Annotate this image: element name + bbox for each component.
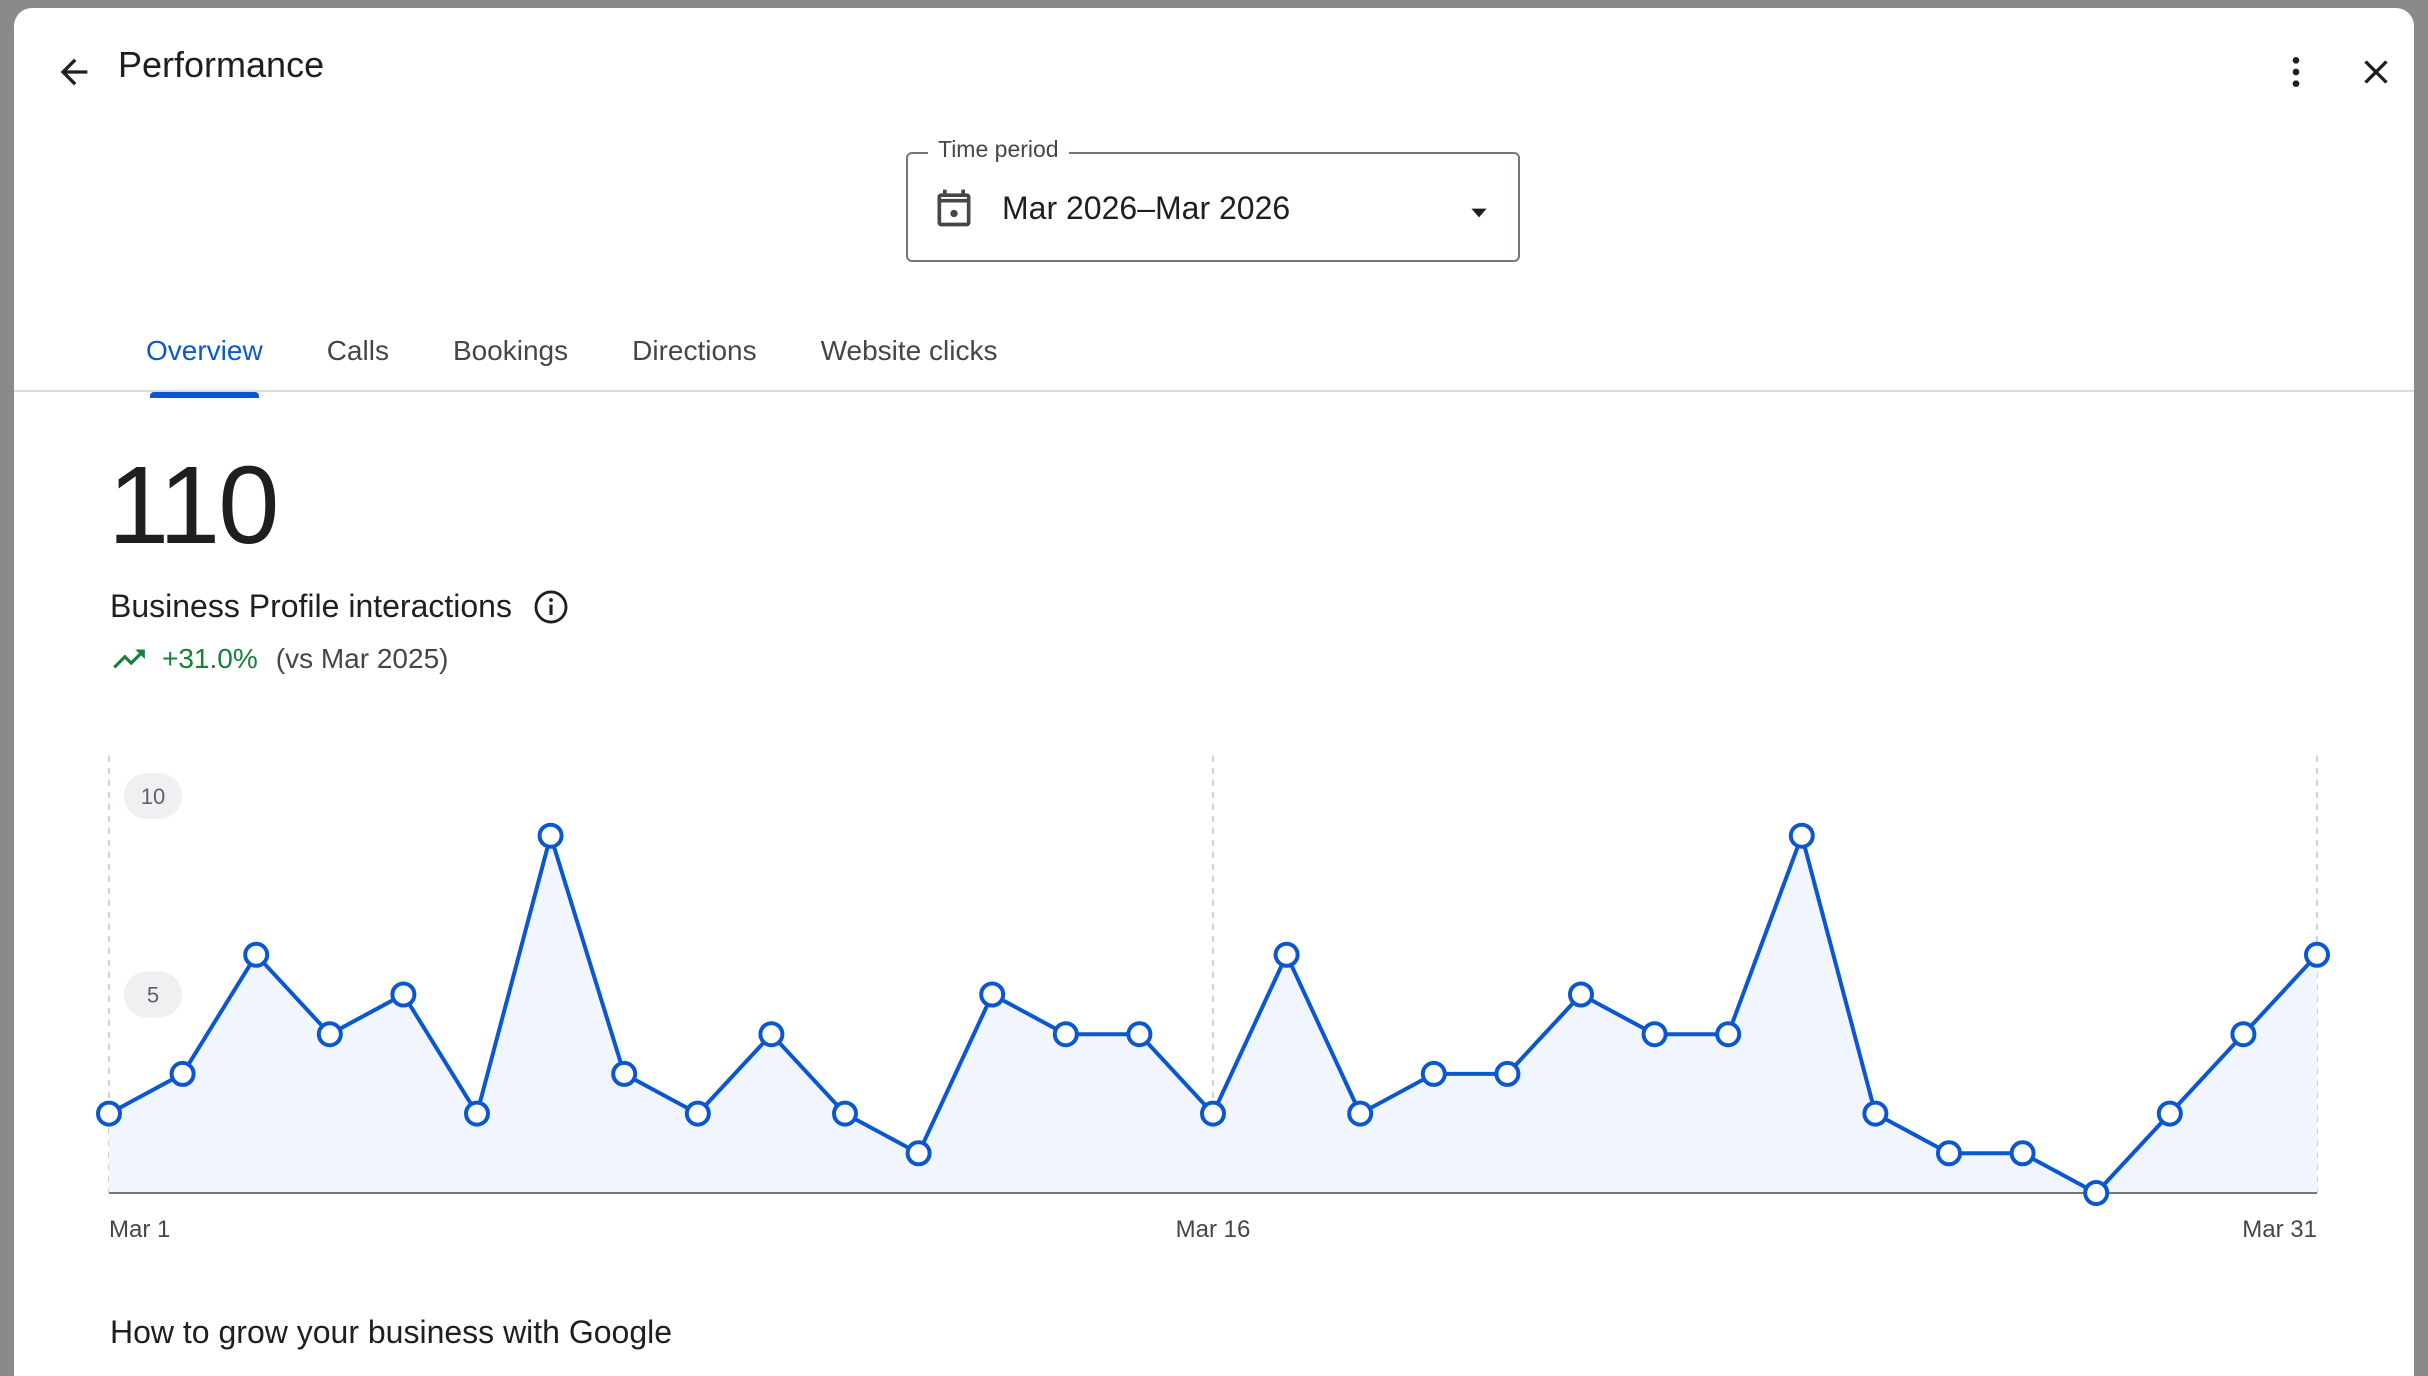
data-point (169, 1060, 196, 1087)
trend-change: +31.0% (162, 643, 258, 674)
y-tick-label: 10 (141, 784, 165, 809)
tab-directions[interactable]: Directions (600, 304, 788, 398)
interactions-total: 110 (108, 444, 279, 567)
data-point (2156, 1100, 2183, 1127)
data-point (1788, 822, 1815, 849)
data-point (537, 822, 564, 849)
y-tick-label: 5 (147, 983, 159, 1008)
tab-website-clicks[interactable]: Website clicks (789, 304, 1030, 398)
data-point (390, 981, 417, 1008)
data-point (243, 941, 270, 968)
data-point (464, 1100, 490, 1127)
data-point (1420, 1060, 1447, 1087)
calendar-icon (937, 189, 971, 227)
tab-divider (14, 390, 2414, 392)
data-point (832, 1100, 858, 1127)
data-point (1641, 1021, 1668, 1048)
trend-row: +31.0% (vs Mar 2025) (110, 640, 448, 678)
x-tick-label: Mar 16 (1176, 1216, 1251, 1243)
back-button[interactable] (38, 36, 110, 108)
performance-dialog: Performance Time period Mar 2026–Mar 202… (14, 8, 2414, 1376)
x-tick-label: Mar 31 (2242, 1216, 2317, 1243)
more-options-button[interactable] (2260, 36, 2332, 108)
data-point (1862, 1100, 1889, 1127)
close-button[interactable] (2340, 36, 2412, 108)
tab-calls[interactable]: Calls (295, 304, 421, 398)
info-icon[interactable] (532, 588, 570, 626)
page-title: Performance (118, 44, 325, 85)
arrow-drop-down-icon (1471, 208, 1487, 218)
data-point (1273, 941, 1300, 968)
data-point (2230, 1021, 2257, 1048)
data-point (1200, 1100, 1226, 1127)
tab-bookings[interactable]: Bookings (421, 304, 600, 398)
more-vert-icon (2292, 57, 2300, 87)
x-tick-label: Mar 1 (109, 1216, 170, 1243)
trend-comparison: (vs Mar 2025) (275, 643, 449, 674)
data-point (905, 1140, 932, 1167)
time-period-value: Mar 2026–Mar 2026 (1002, 190, 1291, 226)
trending-up-icon (113, 649, 145, 669)
data-point (2009, 1140, 2036, 1167)
arrow-back-icon (60, 58, 88, 86)
data-point (1494, 1060, 1521, 1087)
metric-label: Business Profile interactions (110, 588, 512, 624)
time-period-label: Time period (928, 136, 1069, 163)
data-point (316, 1021, 343, 1048)
data-point (684, 1100, 711, 1127)
tab-bar: Overview Calls Bookings Directions Websi… (114, 304, 1029, 398)
data-point (1052, 1021, 1079, 1048)
data-point (1568, 981, 1594, 1008)
interactions-chart: 5 10 Mar 1 Mar 16 Mar 31 (96, 756, 2330, 1243)
close-icon (2364, 60, 2388, 84)
data-point (611, 1060, 638, 1087)
data-point (2083, 1180, 2110, 1206)
time-period-select[interactable]: Time period Mar 2026–Mar 2026 (906, 136, 1520, 262)
data-point (1347, 1100, 1374, 1127)
tab-overview[interactable]: Overview (114, 304, 295, 398)
data-point (2304, 941, 2330, 968)
data-point (1715, 1021, 1742, 1048)
data-point (96, 1100, 122, 1127)
data-point (1936, 1140, 1962, 1167)
data-point (758, 1021, 785, 1048)
data-point (979, 981, 1006, 1008)
dialog-header: Performance (14, 8, 2414, 118)
data-point (1126, 1021, 1153, 1048)
section-heading: How to grow your business with Google (110, 1314, 673, 1350)
